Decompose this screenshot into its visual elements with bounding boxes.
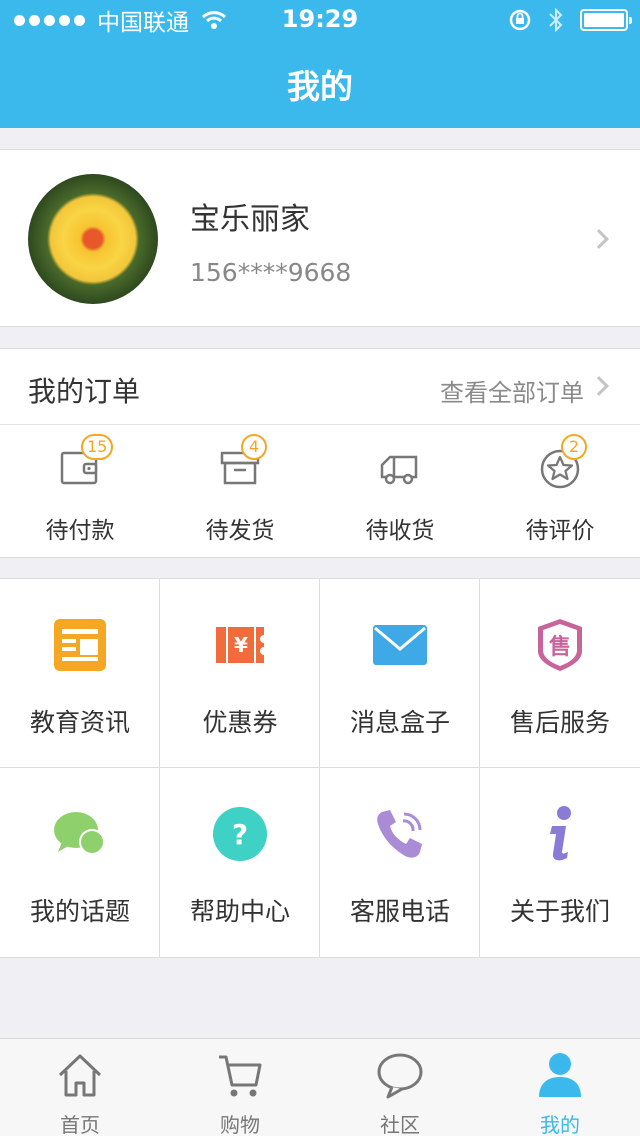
grid-item-service-phone[interactable]: 客服电话	[320, 768, 480, 958]
grid-item-help-center[interactable]: ? 帮助中心	[160, 768, 320, 958]
grid-item-education-news[interactable]: 教育资讯	[0, 579, 160, 768]
orders-header: 我的订单 查看全部订单	[0, 348, 640, 425]
svg-text:?: ?	[232, 818, 248, 851]
order-label: 待收货	[365, 518, 435, 544]
order-pending-payment[interactable]: 15 待付款	[0, 425, 160, 558]
tab-community[interactable]: 社区	[320, 1039, 480, 1136]
order-pending-shipment[interactable]: 4 待发货	[160, 425, 320, 558]
user-name: 宝乐丽家	[190, 202, 310, 237]
grid-item-my-topics[interactable]: 我的话题	[0, 768, 160, 958]
battery-icon	[580, 9, 632, 31]
chevron-right-icon	[589, 376, 609, 396]
grid-item-after-sales[interactable]: 售 售后服务	[480, 579, 640, 768]
order-label: 待评价	[525, 518, 595, 544]
chat-bubbles-icon	[54, 812, 105, 855]
grid-item-about-us[interactable]: 关于我们	[480, 768, 640, 958]
truck-icon	[380, 455, 418, 485]
order-badge: 2	[561, 434, 587, 460]
order-badge: 4	[241, 434, 267, 460]
phone-icon	[377, 810, 422, 858]
grid-item-label: 教育资讯	[29, 708, 130, 737]
user-phone: 156****9668	[190, 258, 352, 287]
tab-bar: 首页 购物 社区 我的	[0, 1038, 640, 1136]
order-pending-receipt[interactable]: 待收货	[320, 425, 480, 558]
feature-grid: 教育资讯 ¥ 优惠券 消息盒子 售 售后服务 我的话题 ? 帮助中心 客服电话 …	[0, 578, 640, 958]
order-status-row: 15 待付款 4 待发货 待收货 2 待评价	[0, 425, 640, 558]
info-icon	[550, 806, 571, 861]
svg-text:售: 售	[549, 634, 571, 660]
order-label: 待付款	[45, 518, 115, 544]
user-icon	[539, 1053, 581, 1097]
news-icon	[54, 619, 106, 671]
tab-home[interactable]: 首页	[0, 1039, 160, 1136]
orders-title: 我的订单	[28, 375, 141, 408]
grid-item-label: 帮助中心	[189, 897, 290, 926]
grid-item-label: 优惠券	[202, 708, 278, 737]
order-badge: 15	[81, 434, 114, 460]
status-bar: 中国联通 19:29	[0, 0, 640, 40]
view-all-orders-link[interactable]: 查看全部订单	[440, 373, 584, 408]
tab-label: 购物	[220, 1113, 260, 1136]
after-sale-shield-icon: 售	[538, 619, 582, 671]
profile-card[interactable]: 宝乐丽家 156****9668	[0, 149, 640, 327]
svg-text:¥: ¥	[234, 633, 248, 657]
bluetooth-icon	[549, 7, 563, 33]
cart-icon	[219, 1055, 262, 1097]
grid-item-label: 关于我们	[509, 897, 610, 926]
header: 中国联通 19:29 我的	[0, 0, 640, 128]
mail-icon	[373, 625, 427, 665]
tab-mine[interactable]: 我的	[480, 1039, 640, 1136]
grid-item-label: 售后服务	[509, 708, 610, 737]
coupon-icon: ¥	[216, 627, 264, 663]
tab-shopping[interactable]: 购物	[160, 1039, 320, 1136]
tab-label: 首页	[60, 1113, 100, 1136]
rotation-lock-icon	[509, 9, 531, 31]
grid-item-label: 我的话题	[29, 897, 130, 926]
tab-label: 我的	[540, 1113, 580, 1136]
order-pending-review[interactable]: 2 待评价	[480, 425, 640, 558]
grid-item-coupons[interactable]: ¥ 优惠券	[160, 579, 320, 768]
order-label: 待发货	[205, 518, 275, 544]
grid-item-label: 消息盒子	[349, 708, 450, 737]
grid-item-label: 客服电话	[349, 897, 450, 926]
home-icon	[58, 1054, 102, 1097]
tab-label: 社区	[380, 1113, 420, 1136]
grid-item-message-box[interactable]: 消息盒子	[320, 579, 480, 768]
chevron-right-icon	[589, 229, 609, 249]
speech-bubble-icon	[377, 1053, 423, 1099]
page-title: 我的	[287, 67, 353, 106]
help-question-icon: ?	[213, 807, 267, 861]
avatar[interactable]	[28, 174, 158, 304]
